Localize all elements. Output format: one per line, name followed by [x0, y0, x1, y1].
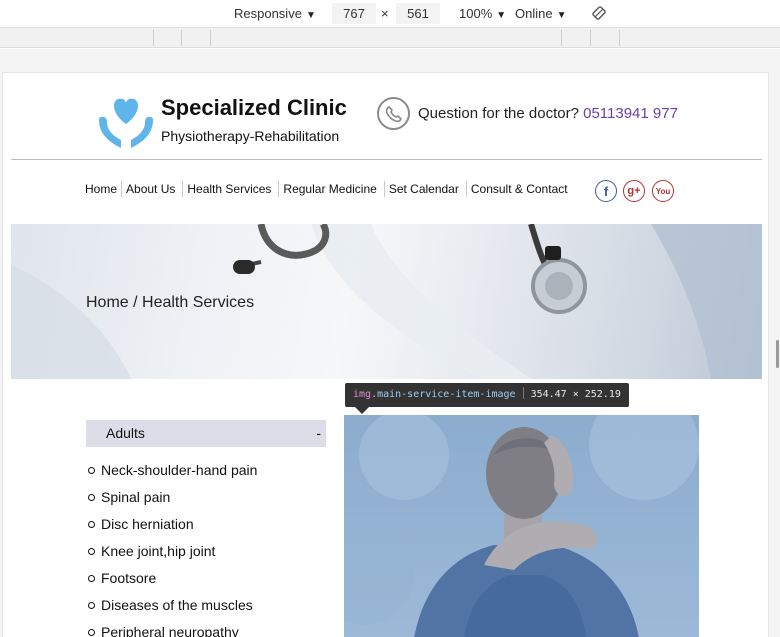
- service-link[interactable]: Peripheral neuropathy: [87, 624, 257, 637]
- nav-set-calendar[interactable]: Set Calendar: [383, 181, 463, 197]
- nav-consult-contact[interactable]: Consult & Contact: [465, 181, 572, 197]
- service-link[interactable]: Spinal pain: [87, 489, 257, 516]
- main-nav: Home About Us Health Services Regular Me…: [85, 181, 572, 197]
- media-query-ruler: [0, 28, 780, 48]
- viewport-width-input[interactable]: 767: [332, 3, 376, 24]
- google-plus-icon[interactable]: g+: [623, 180, 645, 202]
- ruler-tick: [181, 30, 182, 46]
- nav-health-services[interactable]: Health Services: [182, 181, 275, 197]
- inspect-tooltip: img.main-service-item-image 354.47 × 252.…: [345, 383, 629, 407]
- collapse-toggle-icon[interactable]: -: [316, 425, 321, 441]
- viewport-height-input[interactable]: 561: [396, 3, 440, 24]
- facebook-icon[interactable]: f: [595, 180, 617, 202]
- dimension-separator: ×: [381, 6, 389, 21]
- page-viewport: Specialized Clinic Physiotherapy-Rehabil…: [2, 72, 769, 637]
- ruler-tick: [590, 30, 591, 46]
- phone-handset-icon: [385, 105, 402, 122]
- ruler-tick: [153, 30, 154, 46]
- service-link[interactable]: Neck-shoulder-hand pain: [87, 462, 257, 489]
- image-highlight-overlay: [344, 415, 699, 637]
- youtube-icon[interactable]: You: [652, 180, 674, 202]
- service-link[interactable]: Disc herniation: [87, 516, 257, 543]
- header-divider: [11, 159, 762, 160]
- service-link[interactable]: Footsore: [87, 570, 257, 597]
- service-link[interactable]: Diseases of the muscles: [87, 597, 257, 624]
- ruler-tick: [561, 30, 562, 46]
- device-select[interactable]: Responsive ▼: [234, 6, 316, 21]
- rotate-icon[interactable]: [591, 5, 607, 21]
- service-link[interactable]: Knee joint,hip joint: [87, 543, 257, 570]
- breadcrumb: Home / Health Services: [86, 294, 255, 311]
- ruler-tick: [619, 30, 620, 46]
- accordion-header-adults[interactable]: Adults -: [86, 420, 326, 447]
- nav-about-us[interactable]: About Us: [121, 181, 179, 197]
- phone-icon: [377, 97, 410, 130]
- site-title[interactable]: Specialized Clinic: [161, 95, 347, 121]
- heart-hands-logo-icon: [99, 98, 153, 148]
- ruler-tick: [210, 30, 211, 46]
- service-list: Neck-shoulder-hand pain Spinal pain Disc…: [87, 462, 257, 637]
- devtools-device-toolbar: Responsive ▼ 767 × 561 100% ▼ Online ▼: [0, 0, 780, 28]
- main-service-item-image: [344, 415, 699, 637]
- nav-home[interactable]: Home: [85, 181, 121, 197]
- hero-banner: Home / Health Services: [11, 224, 762, 379]
- accordion-title: Adults: [106, 425, 145, 441]
- chevron-down-icon: ▼: [556, 10, 567, 21]
- network-throttle-select[interactable]: Online ▼: [515, 6, 566, 21]
- scrollbar-thumb[interactable]: [776, 340, 779, 368]
- chevron-down-icon: ▼: [305, 10, 316, 21]
- inspect-tooltip-arrow: [355, 407, 369, 414]
- chevron-down-icon: ▼: [496, 10, 507, 21]
- phone-number-link[interactable]: 05113941 977: [583, 105, 678, 122]
- nav-regular-medicine[interactable]: Regular Medicine: [278, 181, 380, 197]
- contact-question: Question for the doctor? 05113941 977: [418, 105, 678, 122]
- zoom-select[interactable]: 100% ▼: [459, 6, 506, 21]
- site-subtitle: Physiotherapy-Rehabilitation: [161, 128, 340, 144]
